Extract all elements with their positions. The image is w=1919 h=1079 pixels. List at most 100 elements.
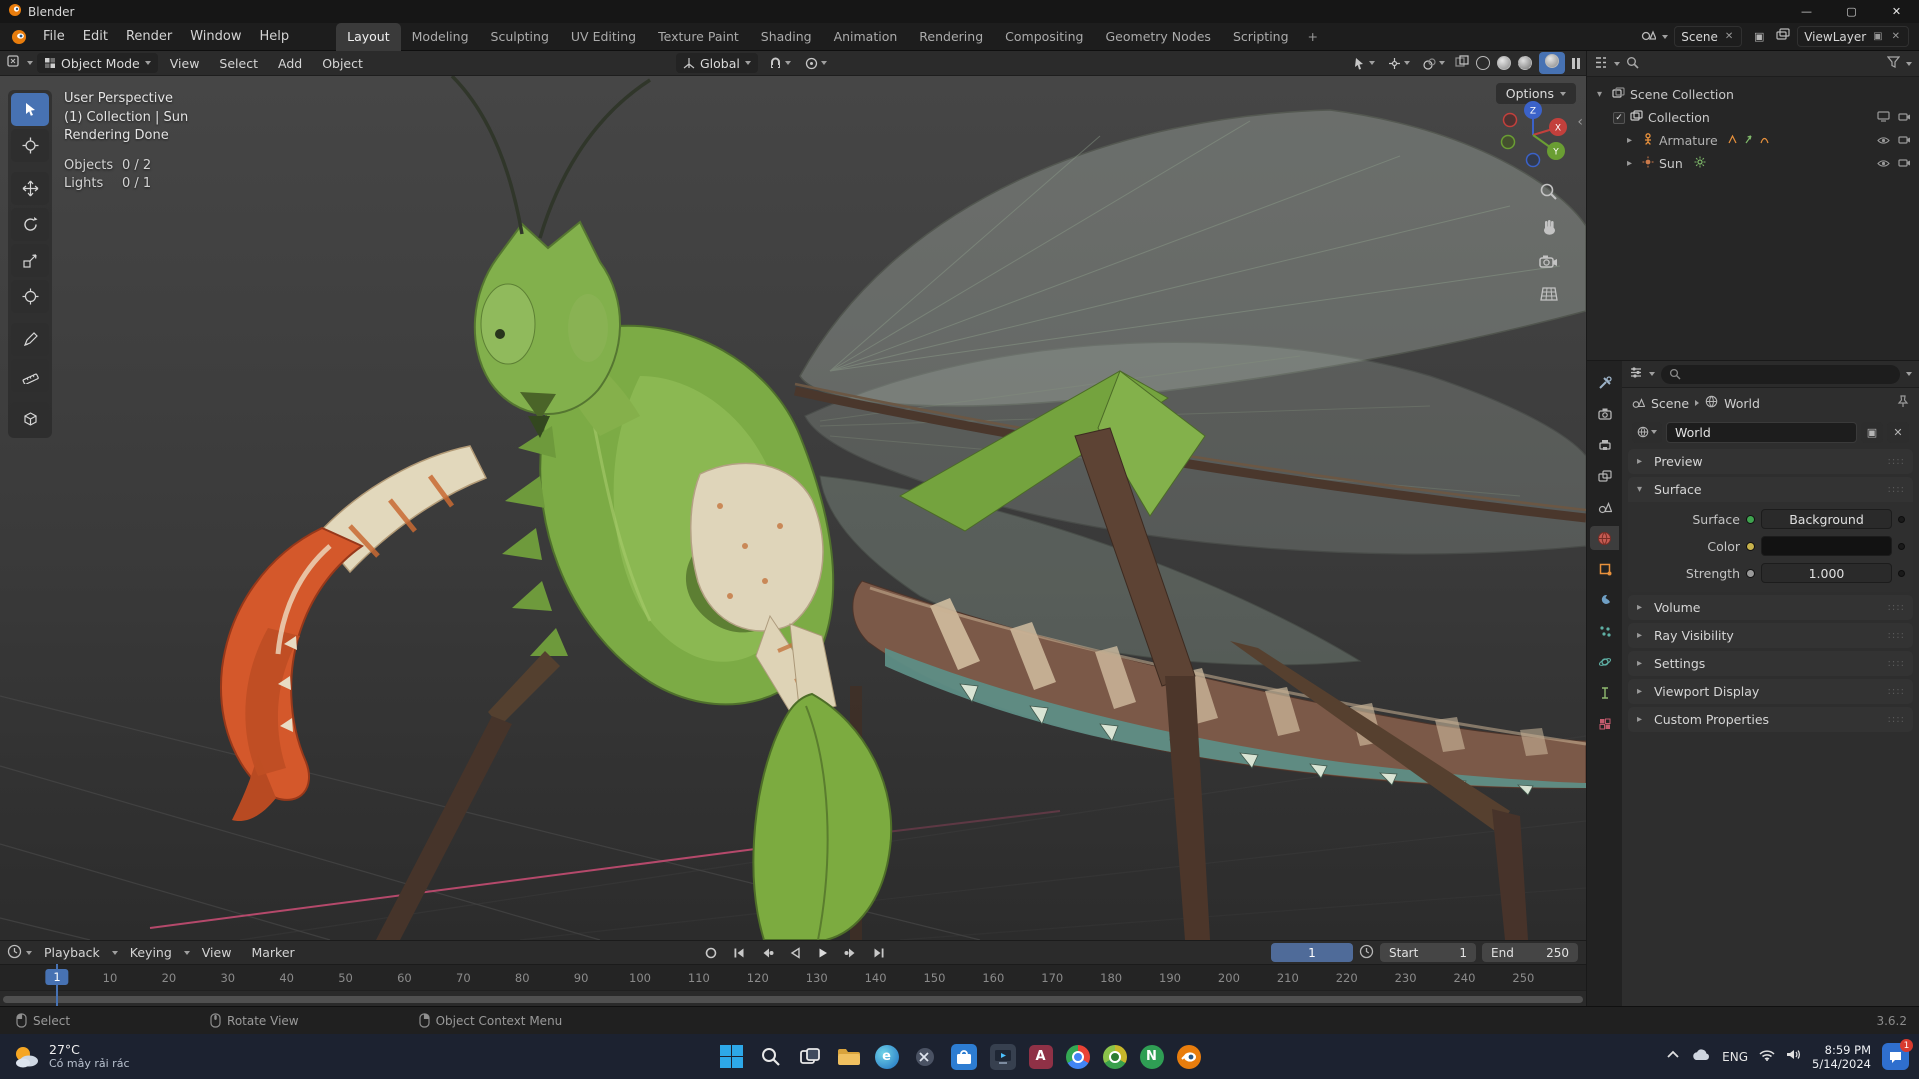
animate-dot[interactable] (1898, 543, 1905, 550)
play-button[interactable] (812, 944, 834, 962)
tab-geometry-nodes[interactable]: Geometry Nodes (1095, 23, 1222, 51)
prev-keyframe-button[interactable] (756, 944, 778, 962)
onedrive-cloud-icon[interactable] (1691, 1048, 1711, 1065)
jump-to-start-button[interactable] (728, 944, 750, 962)
notification-center-icon[interactable]: 1 (1882, 1043, 1909, 1070)
movies-tv-icon[interactable] (990, 1044, 1016, 1070)
armature-label[interactable]: Armature (1659, 133, 1718, 148)
armature-pose-icon[interactable] (1727, 133, 1738, 148)
world-name-field[interactable]: World (1666, 422, 1857, 443)
properties-filter-caret[interactable] (1906, 372, 1912, 376)
taskbar-weather-widget[interactable]: 27°C Có mây rải rác (0, 1042, 260, 1071)
timeline-menu-playback[interactable]: Playback (36, 942, 108, 963)
properties-editor-icon[interactable] (1629, 366, 1643, 382)
pan-hand-icon[interactable] (1540, 218, 1558, 240)
tool-rotate[interactable] (11, 208, 49, 241)
tab-modifiers[interactable] (1590, 588, 1619, 612)
tool-add-cube[interactable] (11, 402, 49, 435)
timeline-hscrollbar[interactable] (3, 996, 1583, 1003)
tab-particles[interactable] (1590, 619, 1619, 643)
color-swatch-field[interactable] (1761, 536, 1892, 556)
taskbar-search-icon[interactable] (758, 1044, 784, 1070)
world-unlink-button[interactable]: ✕ (1887, 422, 1909, 443)
editor-type-icon[interactable] (7, 54, 23, 72)
menu-render[interactable]: Render (117, 25, 181, 48)
add-workspace-button[interactable]: + (1300, 23, 1326, 51)
armature-camera-icon[interactable] (1898, 133, 1911, 148)
outliner-row-sun[interactable]: ▸ Sun (1587, 152, 1919, 175)
proportional-editing-icon[interactable] (802, 56, 830, 71)
tab-tool[interactable] (1590, 371, 1619, 395)
tab-shading[interactable]: Shading (750, 23, 823, 51)
volume-disclosure[interactable]: ▸ (1637, 602, 1647, 613)
selectability-icon[interactable] (1350, 56, 1378, 71)
viewport-3d[interactable]: User Perspective (1) Collection | Sun Re… (0, 76, 1586, 940)
viewport-menu-object[interactable]: Object (314, 53, 371, 74)
armature-data-icon[interactable] (1743, 133, 1754, 148)
collection-screen-icon[interactable] (1877, 110, 1890, 125)
sun-data-icon[interactable] (1694, 156, 1706, 171)
outliner-row-collection[interactable]: ✓ Collection (1587, 106, 1919, 129)
snipping-tool-icon[interactable] (912, 1044, 938, 1070)
pause-render-icon[interactable] (1572, 58, 1581, 69)
world-browse-button[interactable] (1632, 422, 1662, 443)
tab-data[interactable] (1590, 712, 1619, 736)
tab-scripting[interactable]: Scripting (1222, 23, 1300, 51)
ray-disclosure[interactable]: ▸ (1637, 630, 1647, 641)
panel-preview[interactable]: ▸Preview:::: (1628, 449, 1913, 474)
breadcrumb-scene-label[interactable]: Scene (1651, 396, 1689, 411)
viewport-menu-add[interactable]: Add (270, 53, 310, 74)
menu-file[interactable]: File (34, 25, 74, 48)
sun-camera-icon[interactable] (1898, 156, 1911, 171)
properties-editor-caret[interactable] (1649, 372, 1655, 376)
collection-camera-icon[interactable] (1898, 110, 1911, 125)
tool-transform[interactable] (11, 280, 49, 313)
viewport-display-disclosure[interactable]: ▸ (1637, 686, 1647, 697)
timeline-menu-keying[interactable]: Keying (122, 942, 180, 963)
world-copy-button[interactable]: ▣ (1861, 422, 1883, 443)
coccoc-browser-icon[interactable] (1103, 1045, 1127, 1069)
tab-animation[interactable]: Animation (823, 23, 909, 51)
sun-label[interactable]: Sun (1659, 156, 1683, 171)
sun-disclosure-icon[interactable]: ▸ (1627, 158, 1637, 169)
shading-solid-icon[interactable] (1497, 56, 1511, 70)
menu-window[interactable]: Window (181, 25, 250, 48)
timeline-menu-marker[interactable]: Marker (243, 942, 302, 963)
start-frame-field[interactable]: Start 1 (1380, 943, 1476, 962)
strength-slider[interactable]: 1.000 (1761, 563, 1892, 583)
jump-to-end-button[interactable] (868, 944, 890, 962)
snap-caret[interactable] (785, 61, 791, 65)
outliner-editor-icon[interactable] (1594, 56, 1608, 72)
overlays-icon[interactable] (1420, 56, 1448, 71)
zoom-icon[interactable] (1539, 182, 1558, 205)
start-button[interactable] (719, 1044, 745, 1070)
surface-disclosure[interactable]: ▾ (1637, 484, 1647, 495)
disclosure-icon[interactable]: ▾ (1597, 89, 1607, 100)
timeline-menu-view[interactable]: View (194, 942, 240, 963)
viewlayer-icon[interactable] (1776, 28, 1791, 45)
settings-disclosure[interactable]: ▸ (1637, 658, 1647, 669)
mode-dropdown[interactable]: Object Mode (37, 53, 158, 73)
menu-edit[interactable]: Edit (74, 25, 117, 48)
notion-green-icon[interactable]: N (1140, 1045, 1164, 1069)
region-collapse-arrow[interactable]: ‹ (1577, 114, 1583, 130)
blender-taskbar-icon[interactable] (1177, 1045, 1201, 1069)
viewlayer-copy-icon[interactable]: ▣ (1871, 31, 1884, 42)
taskbar-clock[interactable]: 8:59 PM 5/14/2024 (1812, 1043, 1871, 1071)
end-frame-field[interactable]: End 250 (1482, 943, 1578, 962)
tab-output[interactable] (1590, 433, 1619, 457)
viewlayer-remove-icon[interactable]: ✕ (1890, 31, 1902, 42)
tab-scene[interactable] (1590, 495, 1619, 519)
armature-hide-icon[interactable] (1877, 133, 1890, 148)
tool-cursor[interactable] (11, 129, 49, 162)
current-frame-field[interactable]: 1 (1271, 943, 1353, 962)
viewlayer-selector[interactable]: ViewLayer ▣ ✕ (1797, 26, 1909, 47)
maximize-button[interactable]: ▢ (1829, 0, 1874, 23)
outliner-row-armature[interactable]: ▸ Armature (1587, 129, 1919, 152)
record-button[interactable] (700, 944, 722, 962)
menu-help[interactable]: Help (251, 25, 299, 48)
outliner-editor-caret[interactable] (1614, 62, 1620, 66)
armature-action-icon[interactable] (1759, 133, 1770, 148)
collection-label[interactable]: Collection (1648, 110, 1710, 125)
tool-measure[interactable] (11, 359, 49, 392)
